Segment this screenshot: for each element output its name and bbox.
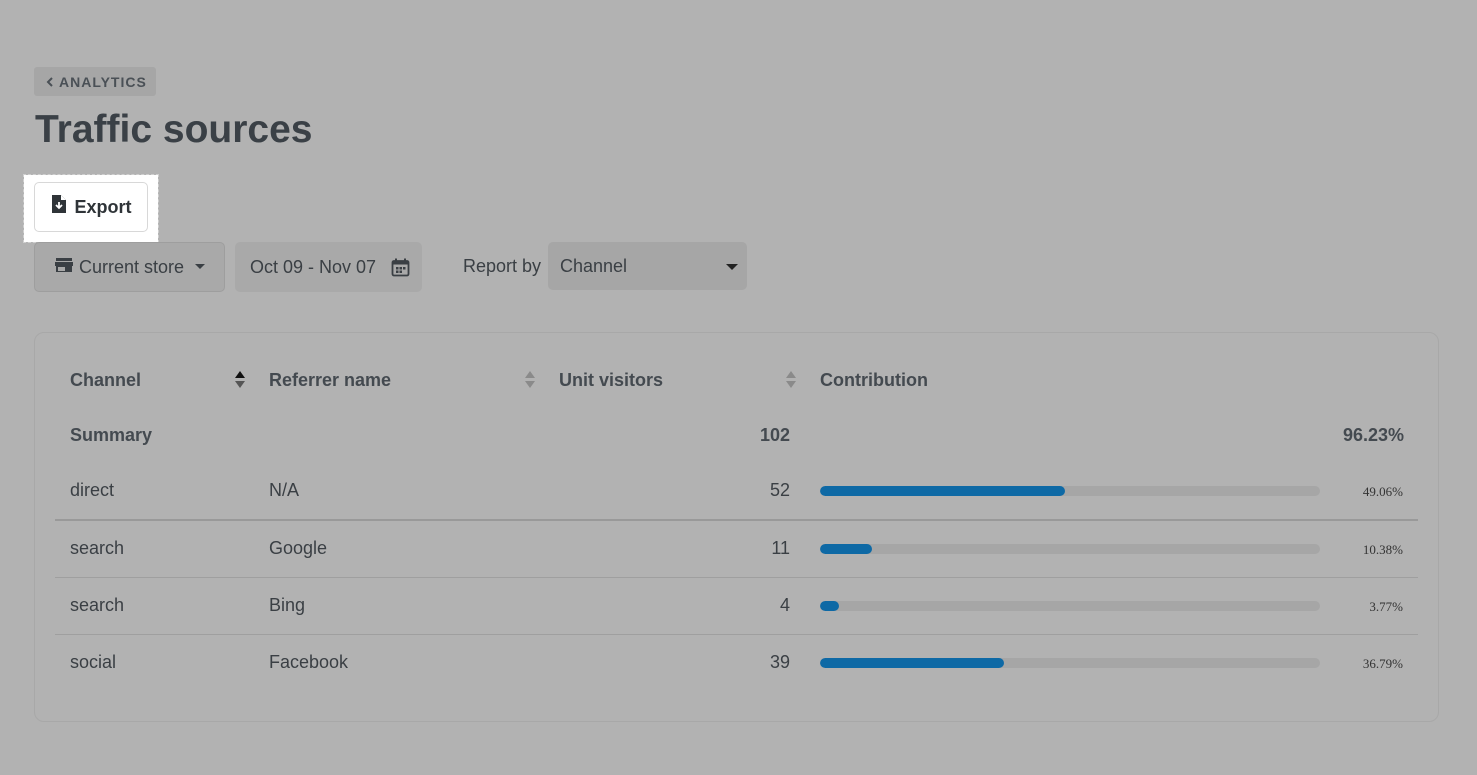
sort-icon[interactable] [235,371,246,389]
row-divider [55,519,1418,521]
cell-referrer: Facebook [269,652,349,672]
store-label: Current store [79,256,185,277]
contribution-bar-fill [820,658,1004,668]
contribution-bar-fill [820,544,872,554]
export-label: Export [74,196,132,217]
cell-contribution: 3.77% [1369,599,1403,614]
summary-label: Summary [70,425,153,445]
date-range-picker[interactable]: Oct 09 - Nov 07 [235,242,422,292]
page-title: Traffic sources [35,108,313,151]
sort-icon[interactable] [525,371,536,389]
contribution-bar-fill [820,486,1066,496]
caret-down-icon [726,264,738,270]
contribution-bar [820,658,1320,668]
cell-visitors: 39 [769,652,790,672]
cell-channel: social [70,652,117,672]
store-dropdown[interactable]: Current store [34,242,225,292]
cell-referrer: Google [269,538,328,558]
breadcrumb-analytics[interactable]: ANALYTICS [34,67,156,96]
column-header-visitors[interactable]: Unit visitors [559,370,663,391]
summary-contribution: 96.23% [1343,425,1405,445]
column-header-contribution: Contribution [820,370,928,390]
breadcrumb-label: ANALYTICS [59,73,147,90]
contribution-bar [820,544,1320,554]
column-header-referrer[interactable]: Referrer name [269,370,391,391]
file-export-icon [52,195,67,213]
cell-visitors: 11 [771,538,790,558]
report-by-value: Channel [560,255,628,276]
contribution-bar [820,486,1320,496]
cell-referrer: Bing [269,595,306,615]
cell-contribution: 36.79% [1362,656,1403,671]
cell-channel: direct [70,480,115,500]
report-by-label: Report by [463,256,542,276]
store-icon [55,258,73,272]
traffic-sources-page: ANALYTICS Traffic sources Export Current… [0,0,1477,775]
contribution-bar [820,601,1320,611]
caret-down-icon [195,263,206,269]
export-button[interactable]: Export [34,182,148,232]
cell-visitors: 4 [779,595,790,615]
date-range-value: Oct 09 - Nov 07 [250,256,377,277]
calendar-icon [391,258,410,276]
cell-visitors: 52 [769,480,790,500]
summary-visitors: 102 [759,425,790,445]
row-divider [55,634,1418,635]
cell-channel: search [70,538,125,558]
cell-channel: search [70,595,125,615]
cell-referrer: N/A [269,480,300,500]
column-header-channel[interactable]: Channel [70,370,141,391]
contribution-bar-fill [820,601,839,611]
chevron-left-icon [46,76,53,87]
report-by-select[interactable]: Channel [548,242,747,290]
cell-contribution: 49.06% [1362,484,1403,499]
sort-icon[interactable] [786,371,797,389]
cell-contribution: 10.38% [1362,542,1403,557]
row-divider [55,577,1418,578]
